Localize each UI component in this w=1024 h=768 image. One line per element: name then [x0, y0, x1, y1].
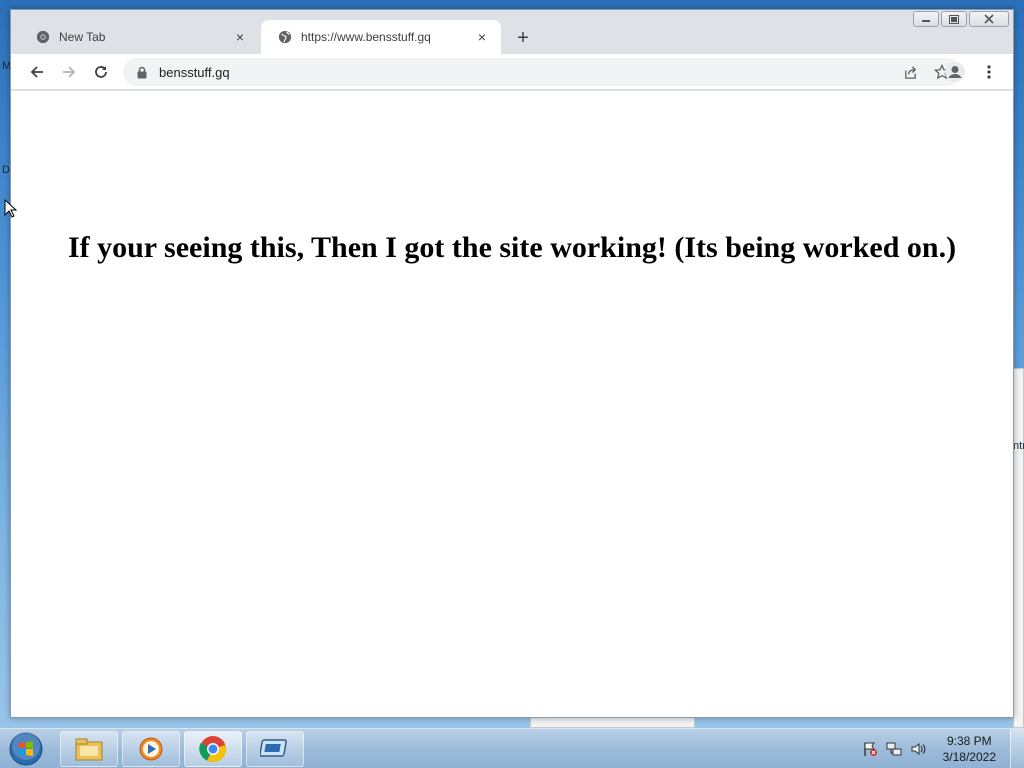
back-button[interactable] [23, 58, 51, 86]
reload-icon [95, 66, 107, 78]
reload-button[interactable] [87, 58, 115, 86]
clock-time: 9:38 PM [946, 734, 992, 748]
mouse-cursor-icon [4, 199, 18, 218]
chrome-icon [199, 736, 227, 763]
start-button[interactable] [6, 730, 46, 768]
tab-title: https://www.bensstuff.gq [301, 30, 431, 44]
chrome-icon [35, 29, 51, 45]
tab-close-button[interactable]: × [231, 28, 249, 46]
tab-bensstuff[interactable]: https://www.bensstuff.gq × [261, 20, 501, 54]
desktop-fragment: ntr [1013, 440, 1024, 452]
windows-explorer-icon [75, 738, 103, 761]
back-arrow-icon [30, 66, 43, 78]
taskbar: 9:38 PM 3/18/2022 [0, 728, 1024, 768]
taskbar-explorer[interactable] [60, 731, 118, 767]
network-icon[interactable] [885, 740, 903, 758]
profile-button[interactable] [941, 58, 969, 86]
profile-icon [945, 62, 965, 82]
page-viewport: If your seeing this, Then I got the site… [11, 91, 1013, 717]
action-center-flag-icon[interactable] [861, 740, 879, 758]
share-icon[interactable] [899, 61, 921, 83]
windows-logo-icon [9, 732, 43, 766]
forward-arrow-icon [63, 66, 76, 78]
address-bar[interactable]: bensstuff.gq [123, 58, 961, 86]
tab-new-tab[interactable]: New Tab × [19, 20, 259, 54]
tab-strip: New Tab × https://www.bensstuff.gq × + [11, 10, 1013, 54]
taskbar-media-player[interactable] [122, 731, 180, 767]
forward-button[interactable] [55, 58, 83, 86]
lock-icon[interactable] [135, 65, 149, 79]
volume-icon[interactable] [909, 740, 927, 758]
browser-toolbar: bensstuff.gq [11, 54, 1013, 90]
show-desktop-button[interactable] [1010, 729, 1024, 768]
tab-close-button[interactable]: × [473, 28, 491, 46]
clock[interactable]: 9:38 PM 3/18/2022 [943, 733, 996, 765]
new-tab-button[interactable]: + [511, 26, 535, 50]
taskbar-remote-desktop[interactable] [246, 731, 304, 767]
background-window [1013, 368, 1024, 728]
page-heading: If your seeing this, Then I got the site… [67, 231, 957, 264]
menu-button[interactable] [975, 58, 1003, 86]
system-tray: 9:38 PM 3/18/2022 [861, 733, 996, 765]
clock-date: 3/18/2022 [942, 750, 996, 764]
desktop-fragment: D [2, 164, 10, 176]
remote-desktop-icon [260, 739, 287, 757]
tab-title: New Tab [59, 30, 106, 44]
browser-window: New Tab × https://www.bensstuff.gq × + b… [10, 9, 1014, 718]
taskbar-chrome[interactable] [184, 731, 242, 767]
globe-icon [277, 29, 293, 45]
media-player-icon [139, 737, 163, 761]
address-text[interactable]: bensstuff.gq [159, 65, 899, 80]
kebab-menu-icon [987, 65, 991, 79]
